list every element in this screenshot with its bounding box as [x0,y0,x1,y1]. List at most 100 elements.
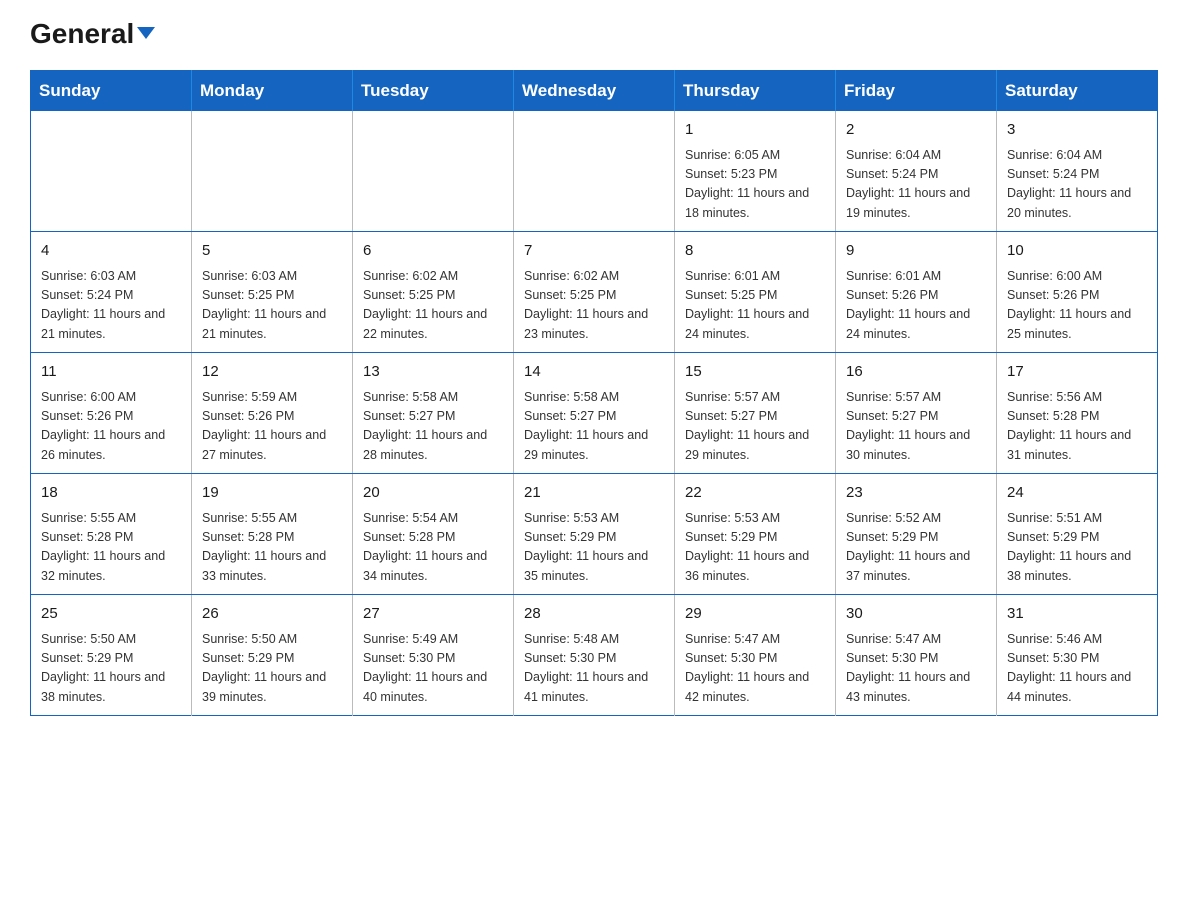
day-number: 25 [41,603,181,626]
day-info: Sunrise: 5:49 AM Sunset: 5:30 PM Dayligh… [363,630,503,708]
day-number: 15 [685,361,825,384]
day-of-week-header: Tuesday [353,71,514,112]
calendar-day-cell: 1Sunrise: 6:05 AM Sunset: 5:23 PM Daylig… [675,111,836,232]
day-info: Sunrise: 5:58 AM Sunset: 5:27 PM Dayligh… [363,388,503,466]
day-number: 20 [363,482,503,505]
calendar-day-cell: 19 Sunrise: 5:55 AM Sunset: 5:28 PM Dayli… [192,474,353,595]
calendar-day-cell [514,111,675,232]
calendar-day-cell: 28 Sunrise: 5:48 AM Sunset: 5:30 PM Dayli… [514,595,675,716]
calendar-day-cell: 24 Sunrise: 5:51 AM Sunset: 5:29 PM Dayli… [997,474,1158,595]
day-info: Sunrise: 5:58 AM Sunset: 5:27 PM Dayligh… [524,388,664,466]
calendar-day-cell: 9 Sunrise: 6:01 AM Sunset: 5:26 PM Daylig… [836,232,997,353]
calendar-day-cell: 2 Sunrise: 6:04 AM Sunset: 5:24 PM Daylig… [836,111,997,232]
day-number: 21 [524,482,664,505]
day-number: 9 [846,240,986,263]
calendar-day-cell: 10 Sunrise: 6:00 AM Sunset: 5:26 PM Dayli… [997,232,1158,353]
day-info: Sunrise: 6:02 AM Sunset: 5:25 PM Dayligh… [363,267,503,345]
day-info: Sunrise: 5:59 AM Sunset: 5:26 PM Dayligh… [202,388,342,466]
day-info: Sunrise: 5:56 AM Sunset: 5:28 PM Dayligh… [1007,388,1147,466]
day-of-week-header: Sunday [31,71,192,112]
day-number: 14 [524,361,664,384]
day-number: 10 [1007,240,1147,263]
calendar-day-cell: 5 Sunrise: 6:03 AM Sunset: 5:25 PM Daylig… [192,232,353,353]
day-info: Sunrise: 5:50 AM Sunset: 5:29 PM Dayligh… [202,630,342,708]
day-number: 18 [41,482,181,505]
calendar-day-cell [192,111,353,232]
calendar-week-row: 18 Sunrise: 5:55 AM Sunset: 5:28 PM Dayli… [31,474,1158,595]
calendar-day-cell: 18 Sunrise: 5:55 AM Sunset: 5:28 PM Dayli… [31,474,192,595]
day-info: Sunrise: 6:00 AM Sunset: 5:26 PM Dayligh… [41,388,181,466]
day-info: Sunrise: 6:04 AM Sunset: 5:24 PM Dayligh… [846,146,986,224]
calendar-day-cell: 14 Sunrise: 5:58 AM Sunset: 5:27 PM Dayli… [514,353,675,474]
day-info: Sunrise: 5:54 AM Sunset: 5:28 PM Dayligh… [363,509,503,587]
day-number: 2 [846,119,986,142]
day-info: Sunrise: 6:00 AM Sunset: 5:26 PM Dayligh… [1007,267,1147,345]
day-info: Sunrise: 5:55 AM Sunset: 5:28 PM Dayligh… [202,509,342,587]
day-number: 29 [685,603,825,626]
day-info: Sunrise: 5:57 AM Sunset: 5:27 PM Dayligh… [685,388,825,466]
day-info: Sunrise: 6:02 AM Sunset: 5:25 PM Dayligh… [524,267,664,345]
day-number: 6 [363,240,503,263]
calendar-day-cell: 20 Sunrise: 5:54 AM Sunset: 5:28 PM Dayli… [353,474,514,595]
calendar-day-cell: 17 Sunrise: 5:56 AM Sunset: 5:28 PM Dayli… [997,353,1158,474]
day-of-week-header: Saturday [997,71,1158,112]
day-number: 17 [1007,361,1147,384]
day-info: Sunrise: 5:55 AM Sunset: 5:28 PM Dayligh… [41,509,181,587]
day-number: 19 [202,482,342,505]
calendar-day-cell: 27 Sunrise: 5:49 AM Sunset: 5:30 PM Dayli… [353,595,514,716]
day-info: Sunrise: 5:47 AM Sunset: 5:30 PM Dayligh… [846,630,986,708]
day-info: Sunrise: 5:48 AM Sunset: 5:30 PM Dayligh… [524,630,664,708]
calendar-week-row: 25 Sunrise: 5:50 AM Sunset: 5:29 PM Dayli… [31,595,1158,716]
day-number: 22 [685,482,825,505]
calendar-header-row: SundayMondayTuesdayWednesdayThursdayFrid… [31,71,1158,112]
day-info: Sunrise: 5:51 AM Sunset: 5:29 PM Dayligh… [1007,509,1147,587]
calendar-day-cell: 7Sunrise: 6:02 AM Sunset: 5:25 PM Daylig… [514,232,675,353]
calendar-day-cell: 23Sunrise: 5:52 AM Sunset: 5:29 PM Dayli… [836,474,997,595]
day-number: 11 [41,361,181,384]
calendar-day-cell: 4Sunrise: 6:03 AM Sunset: 5:24 PM Daylig… [31,232,192,353]
day-number: 23 [846,482,986,505]
calendar-day-cell: 15 Sunrise: 5:57 AM Sunset: 5:27 PM Dayli… [675,353,836,474]
day-number: 28 [524,603,664,626]
day-of-week-header: Wednesday [514,71,675,112]
calendar-day-cell: 30Sunrise: 5:47 AM Sunset: 5:30 PM Dayli… [836,595,997,716]
day-info: Sunrise: 5:47 AM Sunset: 5:30 PM Dayligh… [685,630,825,708]
day-of-week-header: Friday [836,71,997,112]
day-info: Sunrise: 6:04 AM Sunset: 5:24 PM Dayligh… [1007,146,1147,224]
day-number: 27 [363,603,503,626]
page-header: General [30,20,1158,50]
day-info: Sunrise: 6:05 AM Sunset: 5:23 PM Dayligh… [685,146,825,224]
calendar-day-cell: 25 Sunrise: 5:50 AM Sunset: 5:29 PM Dayli… [31,595,192,716]
calendar-day-cell: 29 Sunrise: 5:47 AM Sunset: 5:30 PM Dayli… [675,595,836,716]
day-number: 24 [1007,482,1147,505]
calendar-day-cell: 11 Sunrise: 6:00 AM Sunset: 5:26 PM Dayli… [31,353,192,474]
calendar-day-cell [31,111,192,232]
calendar-day-cell: 3 Sunrise: 6:04 AM Sunset: 5:24 PM Daylig… [997,111,1158,232]
calendar-day-cell: 22 Sunrise: 5:53 AM Sunset: 5:29 PM Dayli… [675,474,836,595]
day-info: Sunrise: 5:50 AM Sunset: 5:29 PM Dayligh… [41,630,181,708]
day-number: 3 [1007,119,1147,142]
day-number: 8 [685,240,825,263]
day-info: Sunrise: 6:03 AM Sunset: 5:25 PM Dayligh… [202,267,342,345]
logo-triangle-icon [137,27,155,39]
day-number: 13 [363,361,503,384]
calendar-day-cell [353,111,514,232]
day-number: 16 [846,361,986,384]
logo: General [30,20,155,50]
logo-general: General [30,20,155,48]
calendar-day-cell: 21 Sunrise: 5:53 AM Sunset: 5:29 PM Dayli… [514,474,675,595]
day-of-week-header: Monday [192,71,353,112]
day-info: Sunrise: 6:01 AM Sunset: 5:26 PM Dayligh… [846,267,986,345]
day-number: 31 [1007,603,1147,626]
day-info: Sunrise: 6:01 AM Sunset: 5:25 PM Dayligh… [685,267,825,345]
day-number: 26 [202,603,342,626]
calendar-day-cell: 6 Sunrise: 6:02 AM Sunset: 5:25 PM Daylig… [353,232,514,353]
day-info: Sunrise: 5:53 AM Sunset: 5:29 PM Dayligh… [685,509,825,587]
calendar-day-cell: 31Sunrise: 5:46 AM Sunset: 5:30 PM Dayli… [997,595,1158,716]
calendar-day-cell: 16Sunrise: 5:57 AM Sunset: 5:27 PM Dayli… [836,353,997,474]
calendar-day-cell: 12 Sunrise: 5:59 AM Sunset: 5:26 PM Dayli… [192,353,353,474]
day-number: 5 [202,240,342,263]
day-info: Sunrise: 5:53 AM Sunset: 5:29 PM Dayligh… [524,509,664,587]
day-number: 12 [202,361,342,384]
calendar-day-cell: 26 Sunrise: 5:50 AM Sunset: 5:29 PM Dayli… [192,595,353,716]
